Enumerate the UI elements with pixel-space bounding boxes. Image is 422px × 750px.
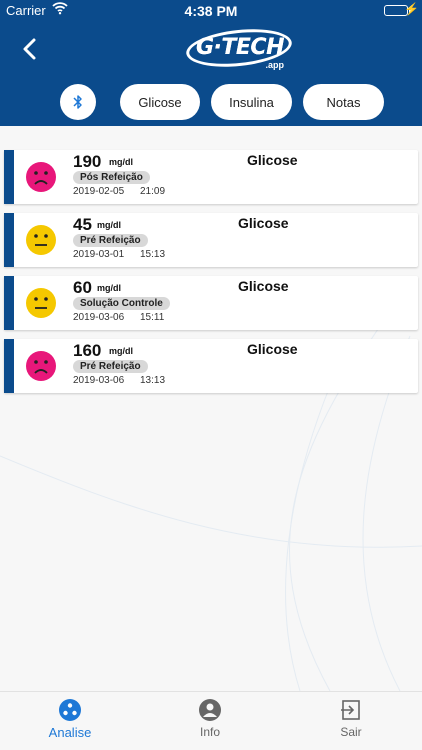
exit-icon bbox=[341, 700, 360, 720]
card-stripe bbox=[4, 276, 14, 330]
record-date: 2019-03-06 bbox=[73, 312, 125, 323]
filter-notas[interactable]: Notas bbox=[303, 84, 384, 120]
record-type: Glicose bbox=[238, 215, 289, 231]
bluetooth-button[interactable] bbox=[60, 84, 96, 120]
filter-insulina[interactable]: Insulina bbox=[211, 84, 292, 120]
record-type: Glicose bbox=[247, 152, 298, 168]
record-date: 2019-03-01 bbox=[73, 249, 125, 260]
analysis-icon bbox=[59, 699, 81, 721]
clock: 4:38 PM bbox=[184, 3, 238, 19]
card-stripe bbox=[4, 339, 14, 393]
record-tag: Pós Refeição bbox=[73, 171, 150, 184]
nav-bar: G·TECH .app bbox=[0, 22, 422, 78]
record-hour: 13:13 bbox=[140, 375, 166, 386]
filter-bar: Glicose Insulina Notas bbox=[0, 78, 422, 126]
tab-label: Sair bbox=[340, 725, 362, 739]
logo-text: G·TECH bbox=[195, 35, 285, 60]
record-hour: 21:09 bbox=[140, 186, 166, 197]
tab-analise[interactable]: Analise bbox=[10, 698, 130, 740]
record-unit: mg/dl bbox=[109, 346, 133, 356]
tab-label: Analise bbox=[48, 725, 92, 740]
record-type: Glicose bbox=[238, 278, 289, 294]
record-card[interactable]: 190 mg/dl Glicose Pós Refeição 2019-02-0… bbox=[4, 150, 418, 204]
card-stripe bbox=[4, 150, 14, 204]
tab-info[interactable]: Info bbox=[150, 698, 270, 739]
record-tag: Pré Refeição bbox=[73, 234, 148, 247]
chevron-left-icon bbox=[23, 38, 36, 60]
tab-bar: Analise Info Sair bbox=[0, 691, 422, 750]
neutral-face-icon bbox=[26, 225, 56, 255]
status-bar: Carrier 4:38 PM ⚡ bbox=[0, 0, 422, 22]
record-hour: 15:13 bbox=[140, 249, 166, 260]
record-hour: 15:11 bbox=[140, 312, 165, 323]
record-tag: Pré Refeição bbox=[73, 360, 148, 373]
record-card[interactable]: 60 mg/dl Glicose Solução Controle 2019-0… bbox=[4, 276, 418, 330]
charging-icon: ⚡ bbox=[404, 2, 419, 16]
record-tag: Solução Controle bbox=[73, 297, 170, 310]
background-pattern bbox=[0, 325, 422, 691]
record-date: 2019-03-06 bbox=[73, 375, 125, 386]
gtech-logo: G·TECH .app bbox=[184, 24, 294, 72]
record-card[interactable]: 45 mg/dl Glicose Pré Refeição 2019-03-01… bbox=[4, 213, 418, 267]
tab-sair[interactable]: Sair bbox=[291, 698, 411, 739]
record-unit: mg/dl bbox=[97, 220, 121, 230]
logo-sub: .app bbox=[265, 60, 284, 70]
sad-face-icon bbox=[26, 351, 56, 381]
neutral-face-icon bbox=[26, 288, 56, 318]
sad-face-icon bbox=[26, 162, 56, 192]
record-value: 45 bbox=[73, 215, 92, 234]
record-value: 190 bbox=[73, 152, 102, 171]
filter-glicose[interactable]: Glicose bbox=[120, 84, 200, 120]
person-icon bbox=[199, 699, 221, 721]
record-unit: mg/dl bbox=[97, 283, 121, 293]
tab-label: Info bbox=[199, 725, 220, 739]
bluetooth-icon bbox=[73, 95, 82, 109]
record-date: 2019-02-05 bbox=[73, 186, 125, 197]
records-list: 190 mg/dl Glicose Pós Refeição 2019-02-0… bbox=[0, 126, 422, 691]
record-value: 60 bbox=[73, 278, 92, 297]
record-card[interactable]: 160 mg/dl Glicose Pré Refeição 2019-03-0… bbox=[4, 339, 418, 393]
record-value: 160 bbox=[73, 341, 102, 360]
back-button[interactable] bbox=[18, 36, 44, 62]
record-unit: mg/dl bbox=[109, 157, 133, 167]
card-stripe bbox=[4, 213, 14, 267]
record-type: Glicose bbox=[247, 341, 298, 357]
